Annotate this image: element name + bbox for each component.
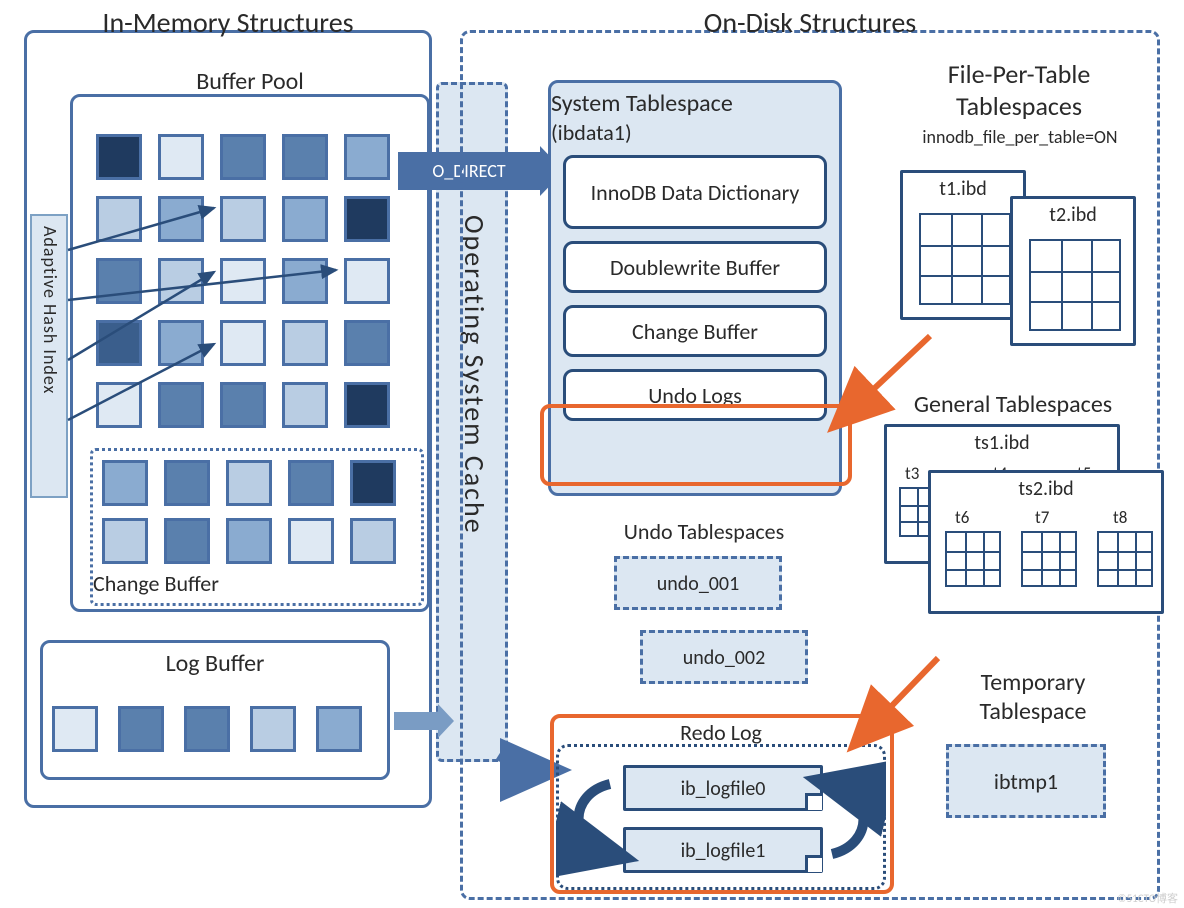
buffer-page-icon bbox=[344, 134, 390, 180]
ts2-table-t8: t8 bbox=[1113, 507, 1127, 528]
redo-log-highlight bbox=[550, 714, 894, 894]
log-page-icon bbox=[250, 706, 296, 752]
buffer-page-icon bbox=[282, 258, 328, 304]
log-page-icon bbox=[118, 706, 164, 752]
log-to-cache-arrow-icon bbox=[394, 712, 438, 730]
t2-ibd-file: t2.ibd bbox=[1010, 196, 1136, 346]
ts1-table-t3: t3 bbox=[905, 463, 919, 484]
buffer-page-icon bbox=[158, 258, 204, 304]
ts2-ibd-file: ts2.ibd t6 t7 t8 bbox=[928, 470, 1164, 614]
buffer-page-icon bbox=[96, 134, 142, 180]
buffer-page-icon bbox=[344, 320, 390, 366]
ts2-table-t7: t7 bbox=[1035, 507, 1049, 528]
buffer-page-icon bbox=[344, 196, 390, 242]
buffer-page-icon bbox=[96, 382, 142, 428]
buffer-page-icon bbox=[220, 382, 266, 428]
log-page-icon bbox=[316, 706, 362, 752]
buffer-page-icon bbox=[282, 382, 328, 428]
ts2-ibd-label: ts2.ibd bbox=[931, 477, 1161, 501]
buffer-page-icon bbox=[282, 196, 328, 242]
table-grid-icon bbox=[1021, 531, 1077, 587]
buffer-page-icon bbox=[288, 460, 334, 506]
table-grid-icon bbox=[1029, 239, 1121, 331]
table-grid-icon bbox=[1097, 531, 1153, 587]
buffer-page-icon bbox=[350, 518, 396, 564]
buffer-page-icon bbox=[220, 320, 266, 366]
buffer-page-icon bbox=[164, 518, 210, 564]
system-tablespace-subtitle: (ibdata1) bbox=[551, 119, 839, 146]
t1-ibd-label: t1.ibd bbox=[903, 177, 1023, 201]
adaptive-hash-index: Adaptive Hash Index bbox=[30, 214, 68, 498]
buffer-page-icon bbox=[226, 460, 272, 506]
ts2-table-t6: t6 bbox=[955, 507, 969, 528]
buffer-page-icon bbox=[282, 320, 328, 366]
undo-tablespaces-title: Undo Tablespaces bbox=[574, 518, 834, 545]
buffer-page-icon bbox=[158, 320, 204, 366]
innodb-data-dictionary: InnoDB Data Dictionary bbox=[563, 155, 827, 229]
change-buffer-title: Change Buffer bbox=[93, 570, 421, 597]
table-grid-icon bbox=[945, 531, 1001, 587]
ts1-ibd-label: ts1.ibd bbox=[887, 431, 1117, 455]
table-grid-icon bbox=[919, 213, 1011, 305]
watermark: ©51CTO博客 bbox=[1117, 890, 1178, 906]
ibtmp1: ibtmp1 bbox=[946, 744, 1106, 818]
file-per-table-setting: innodb_file_per_table=ON bbox=[870, 126, 1170, 148]
t1-ibd-file: t1.ibd bbox=[900, 170, 1026, 320]
buffer-page-icon bbox=[350, 460, 396, 506]
buffer-page-icon bbox=[96, 258, 142, 304]
file-per-table-title: File-Per-Table Tablespaces bbox=[884, 58, 1154, 122]
buffer-page-icon bbox=[102, 518, 148, 564]
buffer-page-icon bbox=[96, 196, 142, 242]
buffer-page-icon bbox=[164, 460, 210, 506]
buffer-page-icon bbox=[158, 196, 204, 242]
buffer-page-icon bbox=[96, 320, 142, 366]
on-disk-title: On-Disk Structures bbox=[463, 5, 1157, 40]
buffer-page-icon bbox=[282, 134, 328, 180]
buffer-page-icon bbox=[158, 134, 204, 180]
log-page-icon bbox=[184, 706, 230, 752]
t2-ibd-label: t2.ibd bbox=[1013, 203, 1133, 227]
undo-logs-highlight bbox=[540, 404, 852, 486]
buffer-page-icon bbox=[220, 258, 266, 304]
buffer-page-icon bbox=[102, 460, 148, 506]
system-tablespace-title: System Tablespace bbox=[551, 89, 839, 118]
buffer-page-icon bbox=[158, 382, 204, 428]
temporary-tablespace-title: Temporary Tablespace bbox=[928, 668, 1138, 726]
log-page-icon bbox=[52, 706, 98, 752]
doublewrite-buffer: Doublewrite Buffer bbox=[563, 241, 827, 293]
buffer-page-icon bbox=[344, 258, 390, 304]
buffer-page-icon bbox=[226, 518, 272, 564]
buffer-page-icon bbox=[344, 382, 390, 428]
in-memory-title: In-Memory Structures bbox=[27, 5, 429, 40]
undo-002: undo_002 bbox=[640, 630, 808, 684]
buffer-pool-title: Buffer Pool bbox=[73, 67, 427, 96]
adaptive-hash-index-label: Adaptive Hash Index bbox=[39, 226, 61, 394]
buffer-page-icon bbox=[220, 134, 266, 180]
general-tablespaces-title: General Tablespaces bbox=[868, 390, 1158, 419]
change-buffer-disk: Change Buffer bbox=[563, 305, 827, 357]
buffer-page-icon bbox=[220, 196, 266, 242]
buffer-page-icon bbox=[288, 518, 334, 564]
log-buffer-title: Log Buffer bbox=[43, 649, 387, 678]
undo-001: undo_001 bbox=[614, 556, 782, 610]
